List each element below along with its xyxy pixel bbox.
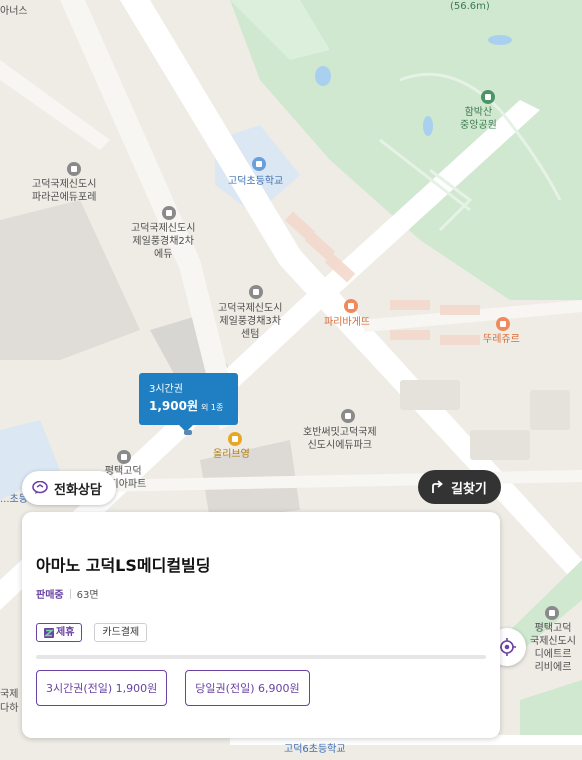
crosshair-icon <box>498 638 516 656</box>
map-label-oliveyoung[interactable]: 올리브영 <box>213 448 250 461</box>
feature-tags: 제휴 카드결제 <box>36 623 486 642</box>
parking-title[interactable]: 아마노 고덕LS메디컬빌딩 <box>36 552 486 576</box>
partner-z-icon <box>44 627 54 638</box>
building-icon[interactable] <box>341 409 355 423</box>
shopping-icon[interactable] <box>228 432 242 446</box>
bakery-icon[interactable] <box>496 317 510 331</box>
map-label-park[interactable]: 함박산 중앙공원 <box>460 106 497 132</box>
chat-icon <box>32 481 48 494</box>
ticket-day-button[interactable]: 당일권(전일) 6,900원 <box>185 670 310 706</box>
ticket-list: 3시간권(전일) 1,900원 당일권(전일) 6,900원 <box>36 670 486 706</box>
partner-tag-label: 제휴 <box>56 627 75 638</box>
card-divider <box>36 655 486 659</box>
map-label-bakery2[interactable]: 뚜레쥬르 <box>483 333 520 346</box>
building-icon[interactable] <box>249 285 263 299</box>
building-icon[interactable] <box>545 606 559 620</box>
price-marker-ticket: 3시간권 <box>149 384 183 395</box>
map-label-apt5[interactable]: 평택고덕 국제신도시 디에트르 리비에르 <box>530 622 576 674</box>
phone-consult-label: 전화상담 <box>54 482 102 498</box>
price-marker-extra: 외 1종 <box>201 403 224 412</box>
sale-status: 판매중 <box>36 590 64 601</box>
partner-tag: 제휴 <box>36 623 83 642</box>
turn-right-arrow-icon <box>432 480 443 493</box>
card-payment-tag: 카드결제 <box>94 623 148 642</box>
parking-info-card[interactable]: 아마노 고덕LS메디컬빌딩 판매중 63면 제휴 카드결제 3시간권(전일) 1… <box>22 512 500 738</box>
map-label-left-edge-b: 다하 <box>0 703 19 714</box>
map-label-apt1[interactable]: 고덕국제신도시 파라곤에듀포레 <box>32 178 96 204</box>
parking-meta: 판매중 63면 <box>36 586 486 601</box>
map-label-school-bottom[interactable]: 고덕6초등학교 <box>284 743 346 756</box>
directions-label: 길찾기 <box>451 481 487 497</box>
meta-divider <box>69 588 71 599</box>
building-icon[interactable] <box>162 206 176 220</box>
building-icon[interactable] <box>67 162 81 176</box>
building-icon[interactable] <box>117 450 131 464</box>
phone-consult-button[interactable]: 전화상담 <box>22 471 116 505</box>
parking-spaces: 63면 <box>76 590 99 601</box>
price-marker-price: 1,900원 <box>149 399 198 413</box>
map-label-apt3[interactable]: 고덕국제신도시 제일풍경채3차 센텀 <box>218 302 282 341</box>
marker-location-dot <box>184 430 192 435</box>
map-label-apt4[interactable]: 호반써밋고덕국제 신도시에듀파크 <box>303 426 377 452</box>
school-icon[interactable] <box>252 157 266 171</box>
map-label-bakery[interactable]: 파리바게뜨 <box>324 316 370 329</box>
map-label-left-edge-a: 국제 <box>0 689 19 700</box>
map-label-apt2[interactable]: 고덕국제신도시 제일풍경채2차 에듀 <box>131 222 195 261</box>
parking-price-marker[interactable]: 3시간권 1,900원 외 1종 <box>139 373 238 432</box>
park-icon[interactable] <box>481 90 495 104</box>
bakery-icon[interactable] <box>344 299 358 313</box>
map-label-elevation: (56.6m) <box>450 1 490 12</box>
directions-button[interactable]: 길찾기 <box>418 470 501 504</box>
map-label-top-left: 아너스 <box>0 6 28 17</box>
map-label-school[interactable]: 고덕초등학교 <box>228 175 283 188</box>
ticket-3hour-button[interactable]: 3시간권(전일) 1,900원 <box>36 670 168 706</box>
